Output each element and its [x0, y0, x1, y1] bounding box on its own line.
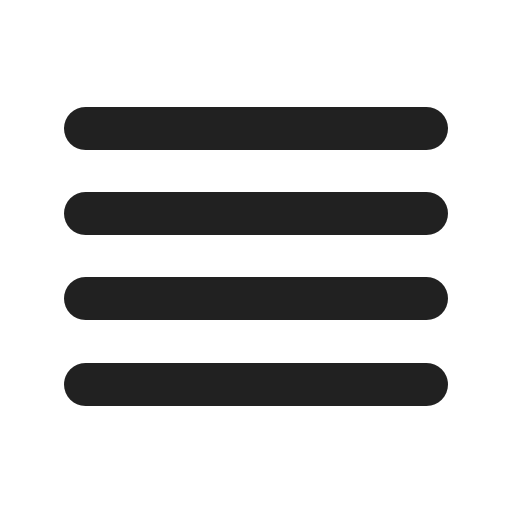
- menu-line: [64, 363, 448, 406]
- hamburger-menu-icon[interactable]: [0, 0, 512, 512]
- menu-line: [64, 192, 448, 235]
- menu-line: [64, 277, 448, 320]
- menu-line: [64, 107, 448, 150]
- icon-canvas: [0, 0, 512, 512]
